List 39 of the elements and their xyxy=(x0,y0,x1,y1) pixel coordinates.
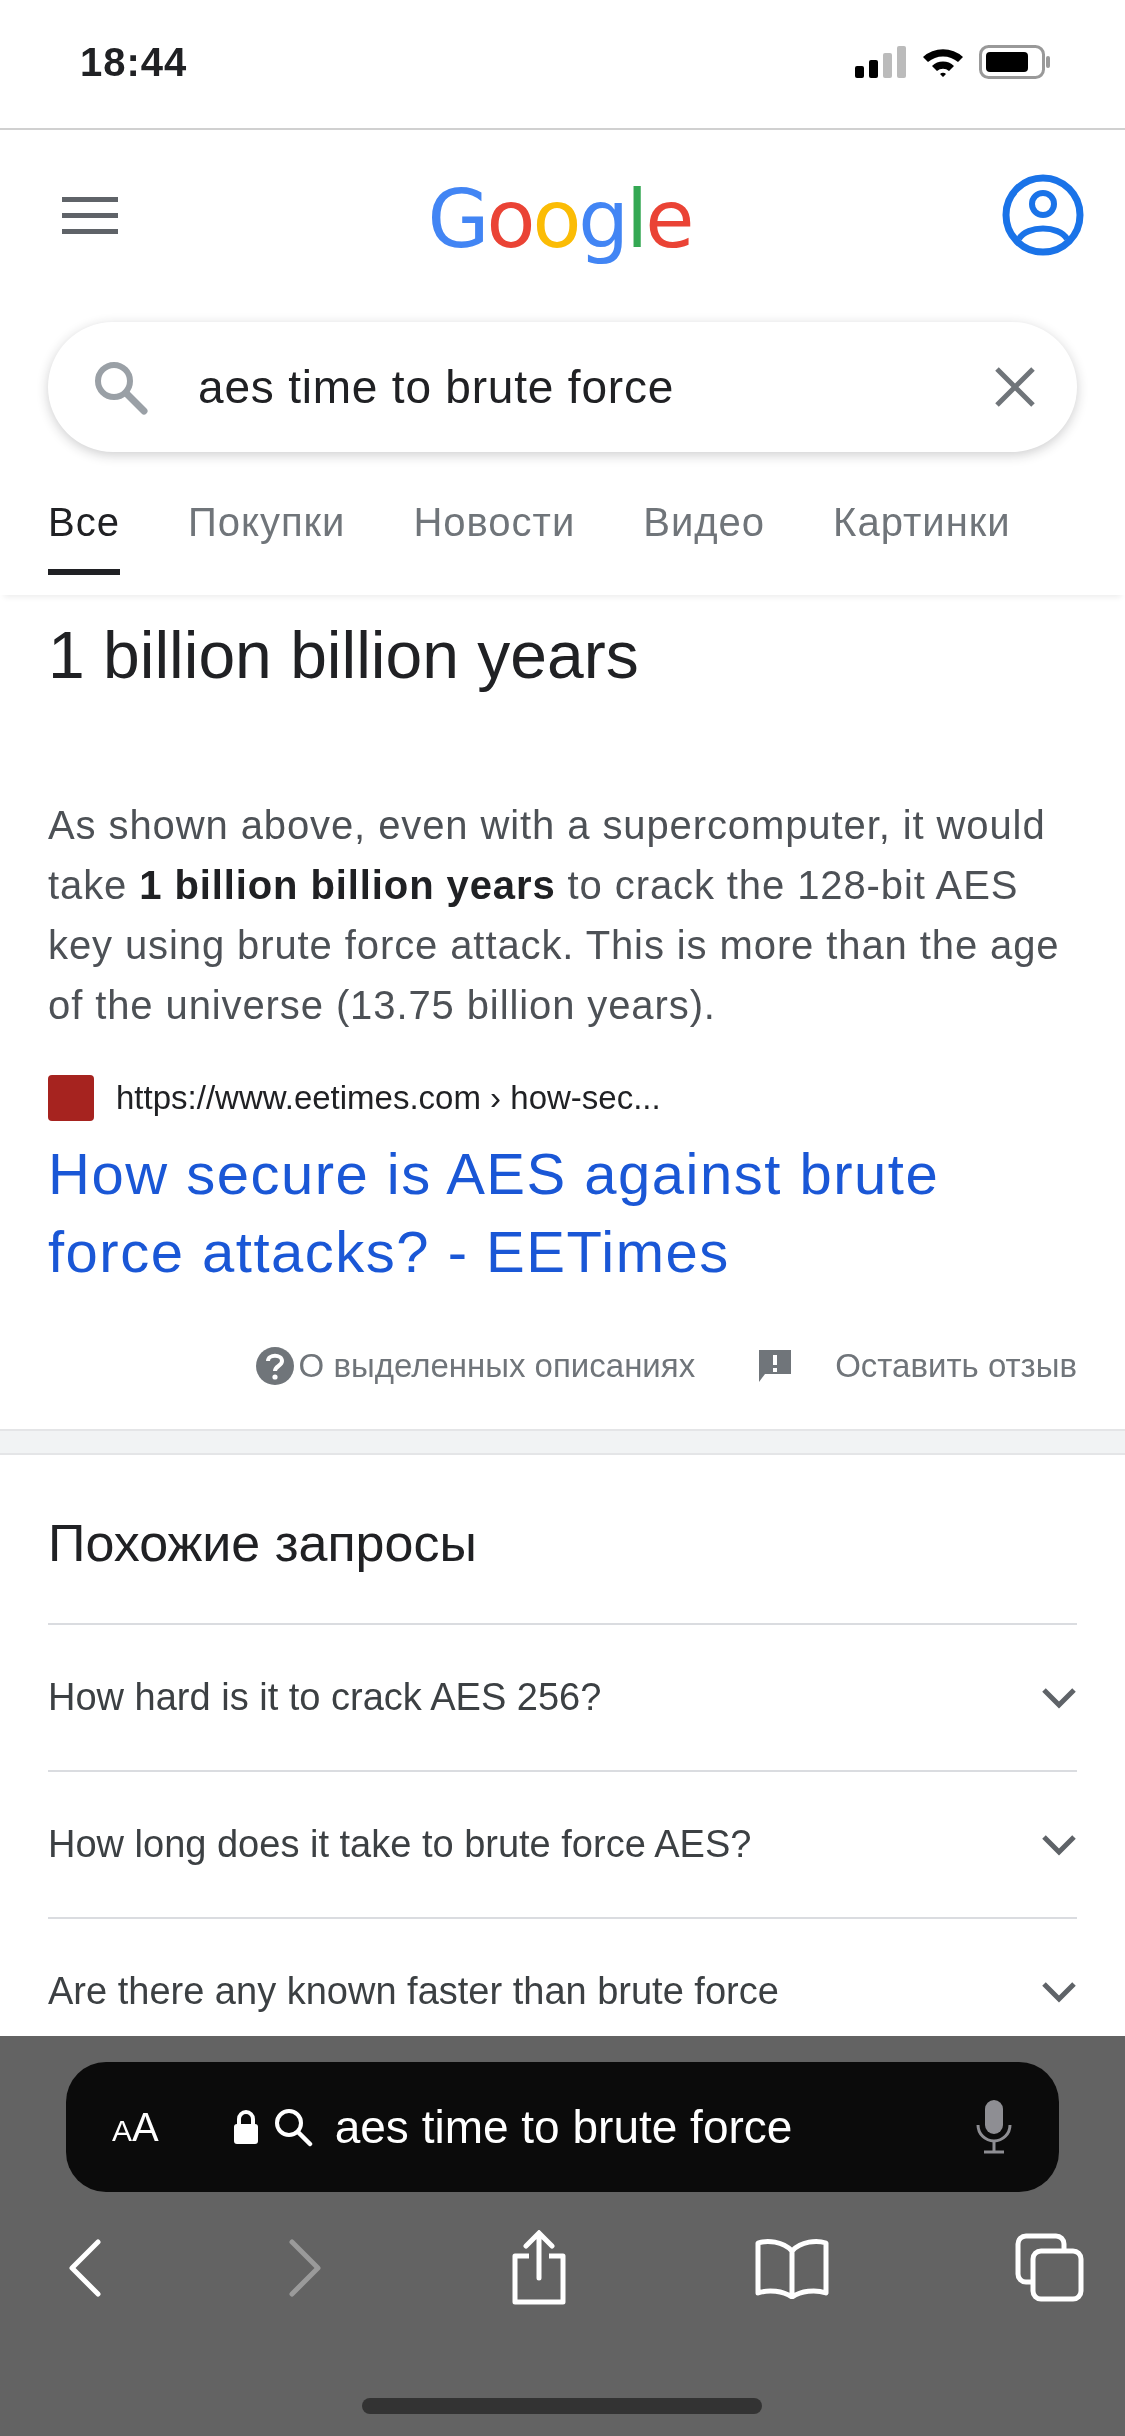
bookmarks-icon[interactable] xyxy=(754,2237,829,2299)
category-tab[interactable]: Видео xyxy=(643,500,766,575)
search-icon xyxy=(92,359,148,415)
feedback-icon xyxy=(757,1348,794,1384)
about-link[interactable]: О выделенных описаниях xyxy=(298,1347,696,1385)
search-icon xyxy=(272,2107,313,2147)
address-text: aes time to brute force xyxy=(334,2100,793,2154)
result-title-link[interactable]: How secure is AES against brute force attacks? - EETimes xyxy=(48,1135,1077,1291)
wifi-icon xyxy=(921,46,965,78)
answer-heading: 1 billion billion years xyxy=(48,617,640,693)
address-bar[interactable]: AA aes time to brute force xyxy=(66,2062,1059,2192)
chevron-down-icon[interactable] xyxy=(1041,1686,1077,1709)
account-icon[interactable] xyxy=(1001,173,1085,257)
favicon-icon xyxy=(48,1075,94,1121)
chevron-down-icon[interactable] xyxy=(1041,1980,1077,2003)
feedback-link[interactable]: Оставить отзыв xyxy=(835,1347,1077,1385)
battery-icon xyxy=(979,45,1051,79)
related-question[interactable]: Are there any known faster than brute force xyxy=(48,1970,779,2013)
category-tab[interactable]: Покупки xyxy=(187,500,346,575)
category-tab[interactable]: Новости xyxy=(413,500,576,575)
clear-icon[interactable] xyxy=(993,365,1037,409)
chevron-down-icon[interactable] xyxy=(1041,1833,1077,1856)
menu-icon[interactable] xyxy=(62,195,118,235)
text-size-button[interactable]: AA xyxy=(112,2104,159,2150)
back-icon[interactable] xyxy=(68,2239,102,2297)
status-time: 18:44 xyxy=(80,39,188,85)
microphone-icon[interactable] xyxy=(975,2099,1013,2155)
category-tab[interactable]: Все xyxy=(48,500,120,575)
help-icon xyxy=(254,1346,295,1386)
source-url: https://www.eetimes.com › how-sec... xyxy=(116,1079,661,1117)
tabs-icon[interactable] xyxy=(1015,2233,1085,2303)
category-tab[interactable]: Картинки xyxy=(833,500,1011,575)
related-question[interactable]: How long does it take to brute force AES? xyxy=(48,1823,752,1866)
lock-icon xyxy=(232,2109,259,2145)
related-question[interactable]: How hard is it to crack AES 256? xyxy=(48,1676,602,1719)
signal-icon xyxy=(855,46,907,78)
section-heading: Похожие запросы xyxy=(48,1455,1077,1625)
search-field[interactable]: aes time to brute force xyxy=(48,322,1077,452)
snippet-text: As shown above, even with a supercomputer, it would take 1 billion billion years to crack the 128-bit AES key using brute force attack. This is more than the age of the universe (13.75 billion years). xyxy=(48,802,1061,1029)
